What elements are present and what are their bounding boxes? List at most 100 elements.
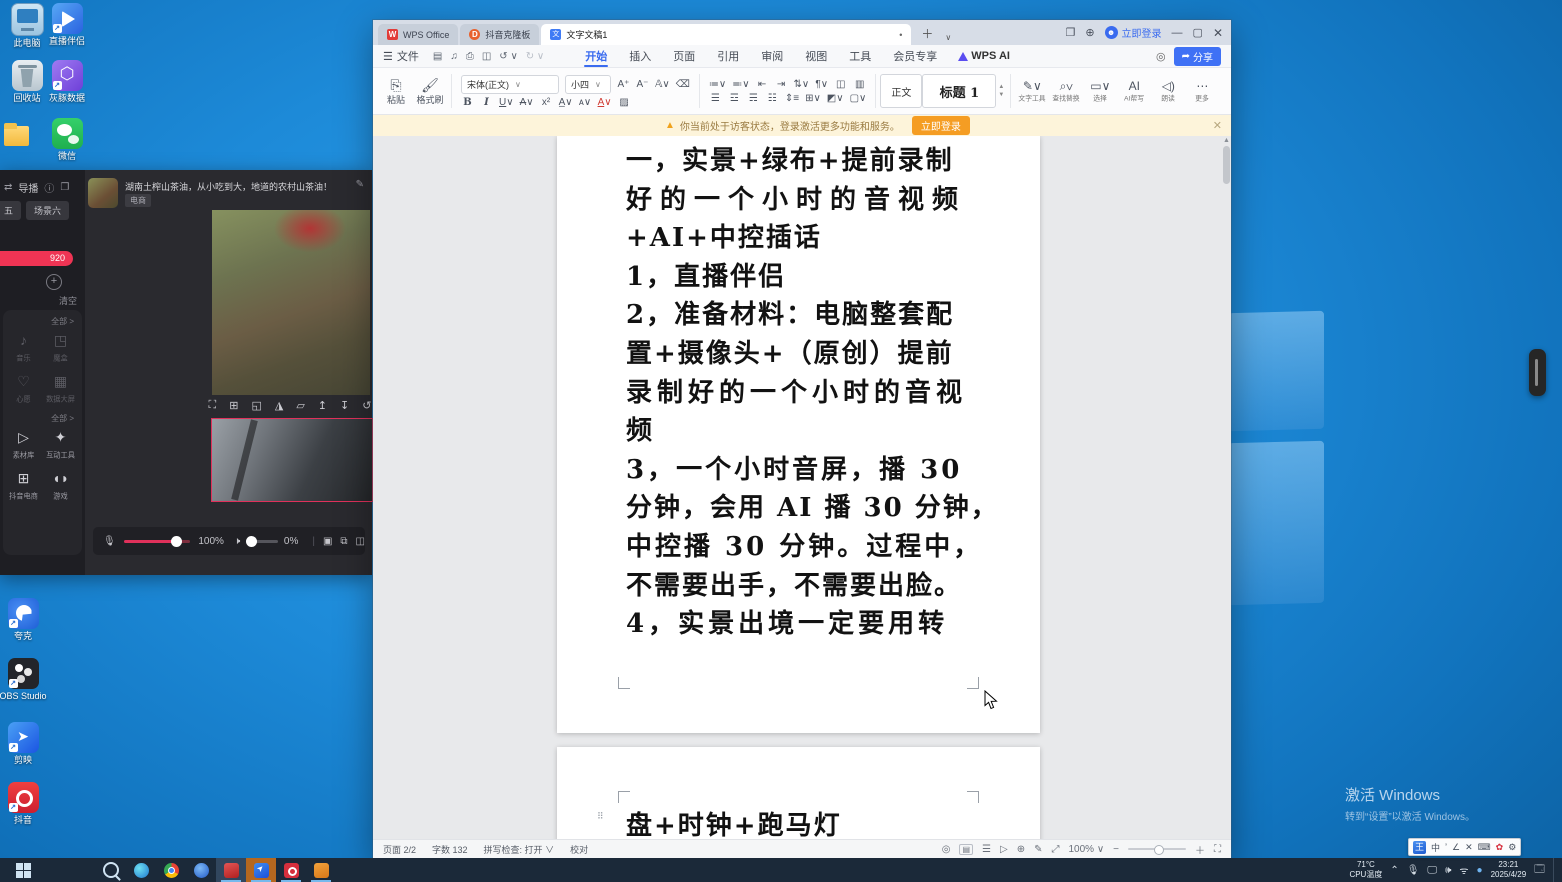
ime-settings-gear-icon[interactable]: ⚙ bbox=[1508, 842, 1516, 853]
add-scene-button[interactable]: + bbox=[46, 274, 62, 290]
text-effects-icon[interactable]: 𝔸∨ bbox=[655, 79, 670, 90]
page2-text[interactable]: 盘+时钟+跑马灯 bbox=[626, 805, 842, 839]
zoom-slider-knob[interactable] bbox=[1154, 845, 1164, 855]
undo-icon[interactable]: ↺ ∨ bbox=[495, 51, 521, 62]
scene-tab-6[interactable]: 场景六 bbox=[26, 201, 69, 220]
tray-volume-icon[interactable]: 🕪 bbox=[1445, 865, 1451, 876]
scrollbar-thumb[interactable] bbox=[1223, 146, 1230, 184]
paste-button[interactable]: ⎘ 粘贴 bbox=[379, 77, 413, 106]
taskbar-chrome[interactable] bbox=[156, 858, 186, 882]
more-tools-button[interactable]: ⋯ 更多 bbox=[1185, 79, 1219, 104]
camera-icon[interactable]: ▣ bbox=[323, 536, 332, 547]
scroll-up-icon[interactable]: ▲ bbox=[1223, 137, 1230, 144]
crop-icon[interactable]: ▱ bbox=[296, 399, 304, 412]
number-list-button[interactable]: ≕∨ bbox=[732, 79, 749, 90]
share-button[interactable]: ➦ 分享 bbox=[1174, 47, 1221, 66]
screen-share-icon[interactable]: ⧉ bbox=[340, 536, 347, 547]
info-icon[interactable]: ⓘ bbox=[44, 180, 54, 195]
align-h-icon[interactable]: ↧ bbox=[340, 399, 349, 412]
login-entry[interactable]: ☻ 立即登录 bbox=[1105, 25, 1162, 40]
bold-button[interactable]: B bbox=[461, 97, 474, 108]
desktop-icon-data-app[interactable]: ↗ 灰豚数据 bbox=[36, 60, 98, 103]
document-page-1[interactable]: 一，实景+绿布+提前录制 好的一个小时的音视频 +AI+中控插话 1，直播伴侣 … bbox=[557, 136, 1040, 733]
format-painter-button[interactable]: 🖌 格式刷 bbox=[413, 77, 447, 106]
ime-toolbar[interactable]: 王 中 ’ ∠ ✕ ⌨ ✿ ⚙ bbox=[1408, 838, 1521, 856]
ime-keyboard-icon[interactable]: ⌨ bbox=[1478, 842, 1491, 853]
preview-icon[interactable]: ◫ bbox=[478, 51, 495, 62]
page-view-icon[interactable]: ▤ bbox=[959, 844, 973, 855]
italic-button[interactable]: I bbox=[480, 97, 493, 108]
start-button[interactable] bbox=[8, 858, 38, 882]
select-button[interactable]: ▭∨ 选择 bbox=[1083, 79, 1117, 104]
desktop-icon-wechat[interactable]: 微信 bbox=[36, 118, 98, 161]
output-icon[interactable]: ♫ bbox=[446, 51, 462, 62]
taskbar-wps[interactable] bbox=[306, 858, 336, 882]
taskbar-companion-active[interactable] bbox=[246, 858, 276, 882]
tool-wish[interactable]: ♡ 心愿 bbox=[5, 370, 42, 405]
mic-volume-slider[interactable] bbox=[124, 540, 191, 543]
desktop-icon-obs[interactable]: ↗ OBS Studio bbox=[0, 658, 54, 701]
align-right-button[interactable]: ☴ bbox=[747, 93, 760, 104]
minimize-button[interactable]: — bbox=[1172, 27, 1183, 39]
read-aloud-button[interactable]: ◁) 朗读 bbox=[1151, 79, 1185, 104]
char-shading-icon[interactable]: ▨ bbox=[618, 97, 631, 108]
speaker-icon[interactable]: 🕨 bbox=[234, 536, 240, 547]
tool-magic-box[interactable]: ◳ 魔盒 bbox=[42, 329, 79, 364]
layout-icon[interactable]: ◫ bbox=[834, 79, 847, 90]
doc-scrollbar[interactable]: ▲ bbox=[1223, 140, 1230, 829]
sort-icon[interactable]: ⇅∨ bbox=[794, 79, 810, 90]
bullet-list-button[interactable]: ≔∨ bbox=[709, 79, 726, 90]
swap-icon[interactable]: ⇄ bbox=[4, 182, 12, 193]
tab-list-chevron[interactable]: ∨ bbox=[945, 33, 951, 42]
taskbar-live-app[interactable] bbox=[216, 858, 246, 882]
more-link[interactable]: 全部 > bbox=[5, 314, 80, 329]
desktop-icon-live-companion[interactable]: ↗ 直播伴侣 bbox=[36, 3, 98, 46]
ime-chinese-mode-icon[interactable]: 中 bbox=[1431, 841, 1440, 854]
style-normal[interactable]: 正文 bbox=[880, 74, 922, 108]
font-family-select[interactable]: 宋体(正文)∨ bbox=[461, 75, 559, 94]
microphone-icon[interactable]: 🎙 bbox=[103, 536, 116, 547]
clock[interactable]: 23:21 2025/4/29 bbox=[1491, 860, 1527, 880]
tab-wps-home[interactable]: W WPS Office bbox=[378, 24, 458, 45]
page1-text[interactable]: 一，实景+绿布+提前录制 好的一个小时的音视频 +AI+中控插话 1，直播伴侣 … bbox=[626, 142, 972, 644]
more-link[interactable]: 全部 > bbox=[5, 411, 80, 426]
justify-button[interactable]: ☷ bbox=[766, 93, 779, 104]
tray-network-icon[interactable]: ᯤ bbox=[1459, 863, 1468, 877]
desktop-icon-jianying[interactable]: ↗ 剪映 bbox=[0, 722, 54, 765]
shrink-font-icon[interactable]: A⁻ bbox=[636, 79, 649, 90]
underline-button[interactable]: U∨ bbox=[499, 97, 514, 108]
tool-data-screen[interactable]: ▦ 数据大屏 bbox=[42, 370, 79, 405]
document-page-2[interactable]: ⠿ 盘+时钟+跑马灯 bbox=[557, 747, 1040, 839]
scene-tab-5[interactable]: 五 bbox=[0, 201, 21, 220]
play-view-icon[interactable]: ▷ bbox=[1000, 844, 1008, 855]
popout-icon[interactable]: ❐ bbox=[60, 182, 69, 193]
tab-doc-active[interactable]: 文 文字文稿1 • bbox=[541, 24, 911, 45]
scene-badge[interactable]: 920 bbox=[0, 251, 73, 266]
speaker-slider-knob[interactable] bbox=[246, 536, 257, 547]
new-tab-button[interactable]: ＋ bbox=[921, 25, 933, 42]
superscript-button[interactable]: x² bbox=[540, 97, 553, 108]
align-v-icon[interactable]: ↥ bbox=[318, 399, 327, 412]
frame-button[interactable]: ▢∨ bbox=[850, 93, 867, 104]
grow-font-icon[interactable]: A⁺ bbox=[617, 79, 630, 90]
ime-punct-icon[interactable]: ’ bbox=[1445, 842, 1447, 852]
maximize-button[interactable]: ▢ bbox=[1193, 26, 1203, 39]
menu-view[interactable]: 视图 bbox=[794, 48, 838, 64]
tool-media-library[interactable]: ▷ 素材库 bbox=[5, 426, 42, 461]
web-view-icon[interactable]: ⊕ bbox=[1017, 844, 1025, 855]
font-color-button[interactable]: A∨ bbox=[598, 97, 612, 108]
paragraph-drag-handle[interactable]: ⠿ bbox=[597, 813, 605, 827]
menu-tools[interactable]: 工具 bbox=[838, 48, 882, 64]
clear-button[interactable]: 清空 bbox=[59, 294, 77, 307]
close-button[interactable]: ✕ bbox=[1213, 26, 1223, 40]
zoom-in-icon[interactable]: ＋ bbox=[1195, 842, 1205, 857]
text-tools-button[interactable]: ✎∨ 文字工具 bbox=[1015, 79, 1049, 104]
grid-icon[interactable]: ⊞ bbox=[229, 399, 238, 412]
globe-icon[interactable]: ⊕ bbox=[1085, 26, 1094, 39]
rotate-icon[interactable]: ◱ bbox=[251, 399, 261, 412]
fit-page-icon[interactable]: ⤢ bbox=[1051, 844, 1059, 855]
tray-expand-icon[interactable]: ⌃ bbox=[1390, 865, 1398, 876]
menu-page[interactable]: 页面 bbox=[662, 48, 706, 64]
scene-video-main[interactable] bbox=[212, 210, 370, 395]
style-gallery-arrows[interactable]: ▲▼ bbox=[996, 84, 1006, 98]
